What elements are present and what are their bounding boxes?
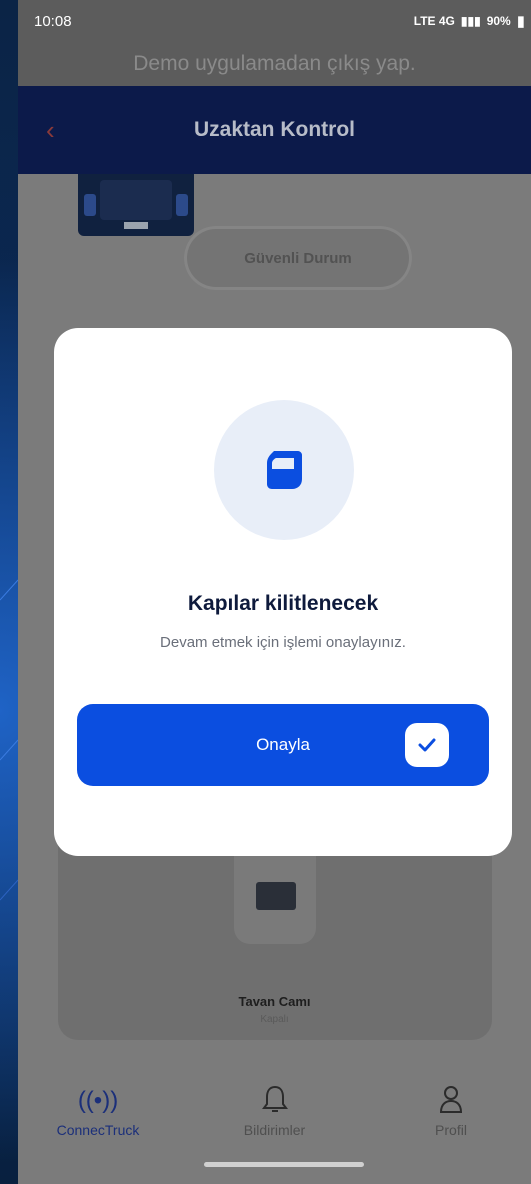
phone-screen: 10:08 LTE 4G ▮▮▮ 90% ▮ Demo uygulamadan …	[18, 0, 531, 1184]
demo-exit-banner[interactable]: Demo uygulamadan çıkış yap.	[18, 42, 531, 86]
battery-icon: ▮	[516, 13, 525, 30]
safe-status-button[interactable]: Güvenli Durum	[184, 226, 412, 290]
truck-lamp-left	[84, 194, 96, 216]
tab-label-connectruck: ConnecTruck	[56, 1122, 140, 1138]
page-title: Uzaktan Kontrol	[193, 118, 355, 141]
top-navbar: ‹ Uzaktan Kontrol	[18, 86, 531, 174]
tab-label-profile: Profil	[435, 1122, 467, 1138]
dialog-subtitle: Devam etmek için işlemi onaylayınız.	[160, 634, 406, 651]
status-time: 10:08	[34, 12, 72, 30]
truck-plate	[124, 222, 148, 229]
network-label: LTE 4G	[413, 14, 455, 28]
tab-connectruck[interactable]: ((•)) ConnecTruck	[38, 1084, 158, 1184]
roof-window-icon	[256, 882, 296, 910]
roof-window-title: Tavan Camı	[238, 994, 311, 1009]
door-icon	[267, 451, 302, 489]
truck-lamp-right	[176, 194, 188, 216]
dialog-title: Kapılar kilitlenecek	[187, 592, 379, 615]
home-indicator[interactable]	[204, 1162, 364, 1167]
bell-icon	[261, 1084, 288, 1118]
confirm-button-label: Onayla	[256, 735, 310, 754]
bottom-navigation: ((•)) ConnecTruck Bildirimler Profil	[18, 1074, 531, 1184]
roof-window-state: Kapalı	[260, 1014, 289, 1025]
confirm-button[interactable]: Onayla	[77, 704, 489, 786]
confirm-dialog: Kapılar kilitlenecek Devam etmek için iş…	[54, 328, 512, 856]
status-icons: LTE 4G ▮▮▮ 90% ▮	[414, 12, 525, 30]
battery-level: 90%	[486, 14, 511, 28]
door-icon-circle	[214, 400, 354, 540]
back-arrow-icon[interactable]: ‹	[46, 116, 74, 144]
safe-status-label: Güvenli Durum	[244, 249, 352, 267]
tab-profile[interactable]: Profil	[391, 1084, 511, 1184]
demo-exit-text[interactable]: Demo uygulamadan çıkış yap.	[133, 52, 415, 76]
tab-label-notifications: Bildirimler	[243, 1122, 306, 1138]
check-icon	[405, 723, 449, 767]
status-bar: 10:08 LTE 4G ▮▮▮ 90% ▮	[18, 0, 531, 42]
truck-grill	[100, 180, 172, 220]
signal-icon: ((•))	[77, 1087, 119, 1114]
tab-notifications[interactable]: Bildirimler	[215, 1084, 335, 1184]
truck-image	[78, 174, 194, 236]
user-icon	[438, 1084, 464, 1118]
signal-bars-icon: ▮▮▮	[460, 14, 481, 28]
